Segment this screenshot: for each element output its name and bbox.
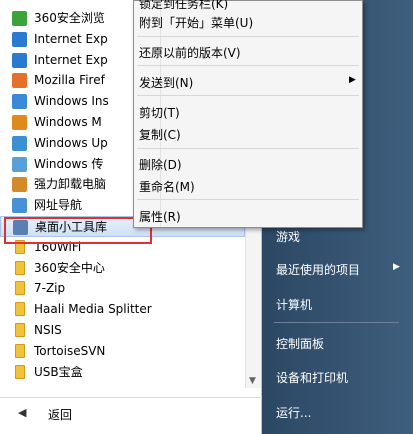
ie-green-icon — [12, 11, 27, 26]
ctx-separator — [137, 95, 359, 96]
back-label: 返回 — [48, 408, 73, 422]
ctx-item-delete[interactable]: 删除(D) — [139, 156, 182, 173]
folder-item-tortoisesvn[interactable]: TortoiseSVN — [0, 341, 245, 362]
folder-item-haali[interactable]: Haali Media Splitter — [0, 299, 245, 320]
right-item-recent-items[interactable]: 最近使用的项目 — [276, 261, 360, 278]
folder-label: Haali Media Splitter — [34, 302, 152, 317]
media-player-icon — [12, 114, 27, 130]
ctx-item-restore-versions[interactable]: 还原以前的版本(V) — [139, 44, 241, 61]
scroll-down-arrow-icon[interactable]: ▼ — [249, 376, 256, 386]
folder-icon — [15, 281, 25, 296]
ctx-item-pin-start[interactable]: 附到「开始」菜单(U) — [139, 14, 253, 31]
folder-icon — [15, 302, 25, 317]
ctx-separator — [137, 199, 359, 200]
program-label: Windows 传 — [34, 156, 104, 171]
internet-explorer-icon — [12, 52, 27, 68]
folder-item-nsis[interactable]: NSIS — [0, 320, 245, 341]
right-item-devices-and-printers[interactable]: 设备和打印机 — [276, 369, 348, 386]
folder-icon — [15, 343, 25, 358]
program-label: Windows Ins — [34, 94, 109, 109]
ctx-separator — [137, 148, 359, 149]
folder-icon — [15, 322, 25, 337]
program-label: Mozilla Firef — [34, 73, 105, 88]
folder-label: 7-Zip — [34, 281, 66, 296]
right-item-games[interactable]: 游戏 — [276, 228, 300, 245]
folder-item-usb-box[interactable]: USB宝盒 — [0, 362, 245, 383]
red-highlight-box — [4, 217, 152, 244]
windows-transfer-icon — [12, 156, 27, 172]
folder-icon — [15, 260, 25, 275]
right-item-control-panel[interactable]: 控制面板 — [276, 335, 324, 352]
windows-update-icon — [12, 135, 27, 151]
program-label: 网址导航 — [34, 198, 83, 213]
web-navigation-icon — [12, 198, 27, 214]
program-label: Windows Up — [34, 135, 108, 150]
folder-label: USB宝盒 — [34, 364, 83, 379]
folder-icon — [15, 364, 25, 379]
ctx-item-properties[interactable]: 属性(R) — [139, 208, 181, 225]
internet-explorer-icon — [12, 31, 27, 47]
folder-label: 360安全中心 — [34, 260, 105, 275]
back-button[interactable]: ◀ 返回 — [0, 397, 262, 429]
program-label: 强力卸载电脑 — [34, 177, 107, 192]
ctx-separator — [137, 36, 359, 37]
right-separator — [274, 322, 399, 323]
chevron-right-icon: ▶ — [349, 75, 356, 85]
ctx-item-rename[interactable]: 重命名(M) — [139, 178, 195, 195]
right-item-run[interactable]: 运行... — [276, 404, 311, 421]
right-item-computer[interactable]: 计算机 — [276, 296, 312, 313]
ctx-item-copy[interactable]: 复制(C) — [139, 126, 181, 143]
firefox-icon — [12, 73, 27, 89]
chevron-right-icon: ▶ — [393, 262, 400, 272]
folder-label: NSIS — [34, 322, 62, 337]
context-menu: 锁定到任务栏(K) 附到「开始」菜单(U) 还原以前的版本(V) 发送到(N) … — [133, 0, 363, 228]
ctx-item-send-to[interactable]: 发送到(N) — [139, 74, 193, 91]
program-label: Windows M — [34, 114, 102, 129]
start-menu: 360安全浏览 Internet Exp Internet Exp Mozill… — [0, 0, 413, 434]
ctx-item-cut[interactable]: 剪切(T) — [139, 104, 180, 121]
folder-item-7zip[interactable]: 7-Zip — [0, 278, 245, 299]
folder-label: TortoiseSVN — [34, 343, 106, 358]
uninstaller-icon — [12, 177, 27, 193]
program-label: Internet Exp — [34, 52, 108, 67]
ctx-separator — [137, 65, 359, 66]
program-label: 360安全浏览 — [34, 11, 105, 25]
ctx-item-pin-taskbar[interactable]: 锁定到任务栏(K) — [139, 0, 228, 12]
folder-item-360-security[interactable]: 360安全中心 — [0, 258, 245, 279]
program-label: Internet Exp — [34, 31, 108, 46]
back-arrow-icon: ◀ — [18, 406, 27, 419]
windows-installer-icon — [12, 94, 27, 110]
